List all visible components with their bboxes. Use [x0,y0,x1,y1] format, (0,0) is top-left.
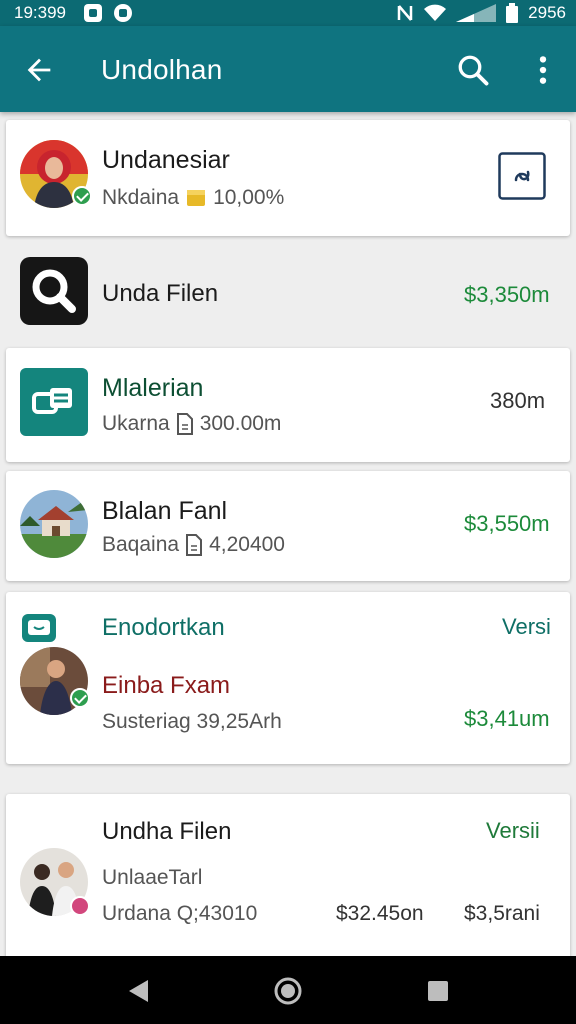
item-line3-mid: $32.45on [336,902,424,925]
house-photo [20,490,88,558]
item-title: Undanesiar [102,146,230,174]
chat-app-icon [22,614,56,642]
section-title: Enodortkan [102,614,225,641]
item-subtitle: Baqaina 4,20400 [102,533,285,557]
download-notification-icon [114,4,132,22]
document-icon [186,534,203,556]
item-name: Einba Fxam [102,672,231,699]
item-subtitle: Nkdaina 10,00% [102,186,284,210]
battery-text: 2956 [528,3,566,22]
item-price: $3,550m [464,511,550,536]
app-bar: Undolhan [0,26,576,112]
item-subtitle-name: Ukarna [102,412,170,435]
item-subtitle-value: 300.00m [199,412,282,435]
status-bar: 19:399 2956 [0,0,576,26]
magnifier-app-icon [20,257,88,325]
more-vert-icon[interactable] [530,53,556,87]
nfc-icon [397,5,413,21]
home-circle-icon[interactable] [273,976,303,1006]
verified-badge-icon [70,688,90,708]
item-line3-right: $3,5rani [464,902,540,925]
coin-icon [187,190,206,206]
status-time: 19:399 [14,3,66,22]
item-title: Blalan Fanl [102,497,228,525]
item-price: $3,41um [464,706,550,731]
item-subtitle-name: Nkdaina [102,186,180,209]
refresh-icon[interactable] [498,152,546,200]
item-subtitle-value: 4,20400 [209,533,285,556]
list-item[interactable]: Undha Filen Versii UnlaaeTarl Urdana Q;4… [6,794,570,956]
signal-icon [456,4,497,22]
item-title: Mlalerian [102,374,204,402]
item-right-value: 380m [490,388,546,413]
item-title: Undha Filen [102,818,232,845]
verified-badge-icon [72,186,92,206]
version-label: Versii [486,818,540,843]
item-price: $3,350m [464,282,550,307]
search-icon[interactable] [455,52,491,88]
page-title: Undolhan [101,54,223,85]
item-line2: UnlaaeTarl [102,866,203,889]
item-title: Unda Filen [102,280,219,307]
item-subtitle: Ukarna 300.00m [102,412,281,436]
item-subtitle: Susteriag 39,25Arh [102,710,282,733]
content-list: Undanesiar Nkdaina 10,00% Unda Filen $3,… [0,112,576,956]
battery-icon [506,3,519,23]
document-icon [176,413,193,435]
back-triangle-icon[interactable] [124,976,154,1006]
pink-badge-icon [70,896,90,916]
back-arrow-icon[interactable] [22,53,56,87]
list-item[interactable]: Blalan Fanl Baqaina 4,20400 $3,550m [6,471,570,581]
list-item[interactable]: Mlalerian Ukarna 300.00m 380m [6,348,570,462]
card-app-icon [20,368,88,436]
wifi-icon [424,4,447,21]
system-nav-bar [0,956,576,1024]
item-line3-left: Urdana Q;43010 [102,902,258,925]
photo-notification-icon [84,4,102,22]
list-item[interactable]: Enodortkan Versi Einba Fxam Susteriag 39… [6,592,570,764]
item-subtitle-name: Baqaina [102,533,180,556]
status-right-group: 2956 [396,3,566,23]
list-item[interactable]: Unda Filen $3,350m [0,252,576,346]
item-subtitle-value: 10,00% [213,186,285,209]
recents-square-icon[interactable] [423,976,453,1006]
version-label: Versi [502,614,551,639]
list-item[interactable]: Undanesiar Nkdaina 10,00% [6,120,570,236]
